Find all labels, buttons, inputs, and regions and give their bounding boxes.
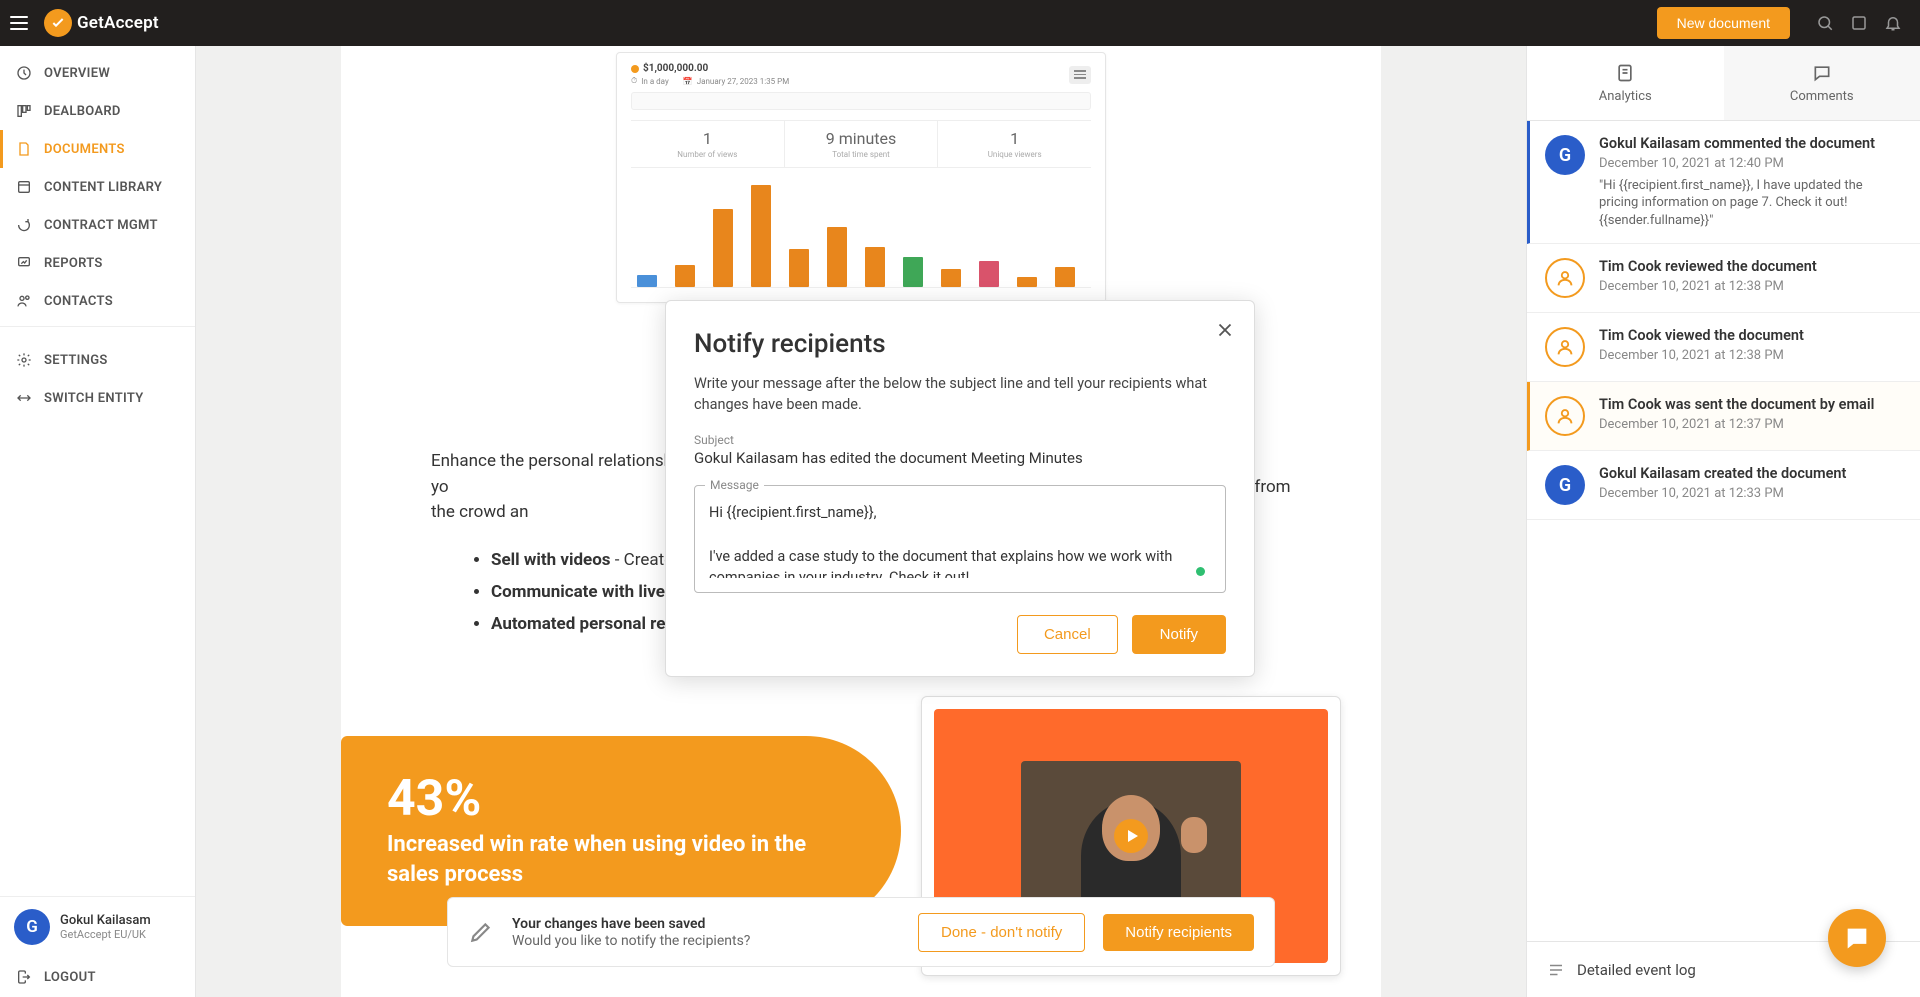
logo-mark-icon (44, 9, 72, 37)
menu-toggle[interactable] (10, 11, 34, 35)
message-input[interactable] (709, 502, 1211, 578)
close-icon[interactable] (1210, 315, 1240, 348)
notify-button[interactable]: Notify (1132, 615, 1226, 654)
modal-description: Write your message after the below the s… (694, 373, 1226, 415)
notify-recipients-modal: Notify recipients Write your message aft… (665, 300, 1255, 677)
bell-icon[interactable] (1884, 14, 1902, 32)
subject-label: Subject (694, 433, 1226, 447)
status-dot-icon (1196, 567, 1205, 576)
help-icon[interactable] (1850, 14, 1868, 32)
subject-value: Gokul Kailasam has edited the document M… (694, 449, 1226, 467)
topbar: GetAccept New document (0, 0, 1920, 46)
modal-title: Notify recipients (694, 329, 1226, 359)
intercom-launcher[interactable] (1828, 909, 1886, 967)
message-label: Message (705, 478, 764, 492)
search-icon[interactable] (1816, 14, 1834, 32)
cancel-button[interactable]: Cancel (1017, 615, 1118, 654)
new-document-button[interactable]: New document (1657, 7, 1790, 39)
brand-name: GetAccept (77, 13, 159, 33)
brand-logo[interactable]: GetAccept (44, 9, 159, 37)
